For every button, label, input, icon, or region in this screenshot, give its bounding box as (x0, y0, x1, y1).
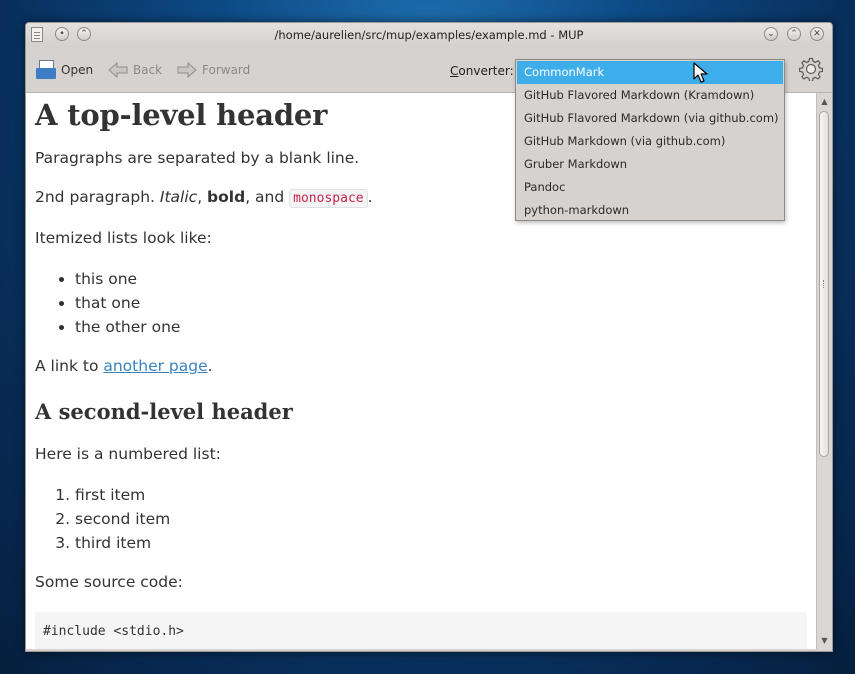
back-button[interactable]: Back (108, 59, 162, 81)
title-bar[interactable]: • ⌃ /home/aurelien/src/mup/examples/exam… (26, 23, 832, 47)
open-folder-icon (36, 60, 56, 80)
window-title: /home/aurelien/src/mup/examples/example.… (274, 28, 584, 42)
converter-label: Converter: (450, 64, 514, 78)
italic-text: Italic (159, 188, 198, 206)
converter-option-commonmark[interactable]: CommonMark (517, 61, 783, 84)
converter-option-gfm-kramdown[interactable]: GitHub Flavored Markdown (Kramdown) (517, 84, 783, 107)
paragraph-1: Paragraphs are separated by a blank line… (35, 149, 360, 167)
paragraph-2: 2nd paragraph. Italic, bold, and monospa… (35, 188, 373, 208)
paragraph-5: Here is a numbered list: (35, 445, 221, 463)
inline-code: monospace (289, 189, 368, 208)
converter-option-github-markdown[interactable]: GitHub Markdown (via github.com) (517, 130, 783, 153)
settings-gear-icon[interactable] (798, 57, 823, 82)
paragraph-3: Itemized lists look like: (35, 229, 212, 247)
vertical-scrollbar[interactable]: ▲ ▼ (816, 93, 832, 649)
scroll-down-arrow-icon[interactable]: ▼ (819, 635, 830, 646)
forward-label: Forward (202, 63, 251, 77)
code-block: #include <stdio.h> (35, 612, 807, 649)
converter-option-gfm-github[interactable]: GitHub Flavored Markdown (via github.com… (517, 107, 783, 130)
forward-button[interactable]: Forward (177, 59, 250, 81)
maximize-button[interactable]: ⌃ (787, 27, 801, 41)
back-label: Back (133, 63, 163, 77)
section-header: A second-level header (35, 399, 293, 424)
another-page-link[interactable]: another page (103, 357, 207, 375)
close-button[interactable]: ✕ (810, 27, 824, 41)
converter-option-gruber[interactable]: Gruber Markdown (517, 153, 783, 176)
bold-text: bold (207, 188, 246, 206)
converter-option-pandoc[interactable]: Pandoc (517, 176, 783, 199)
minimize-button[interactable]: ⌄ (764, 27, 778, 41)
list-item: third item (75, 531, 170, 555)
page-title: A top-level header (35, 98, 328, 132)
converter-option-python-markdown[interactable]: python-markdown (517, 199, 783, 222)
list-item: this one (75, 267, 180, 291)
list-item: first item (75, 483, 170, 507)
paragraph-6: Some source code: (35, 573, 183, 591)
paragraph-4: A link to another page. (35, 357, 213, 375)
code-line: #include <stdio.h> (43, 624, 184, 639)
open-label: Open (61, 63, 94, 77)
list-item: that one (75, 291, 180, 315)
open-button[interactable]: Open (36, 59, 93, 81)
converter-dropdown[interactable]: CommonMark GitHub Flavored Markdown (Kra… (515, 59, 785, 221)
scroll-up-arrow-icon[interactable]: ▲ (819, 96, 830, 107)
back-arrow-icon (108, 62, 128, 78)
bullet-list: this one that one the other one (35, 267, 180, 339)
mouse-pointer-icon (693, 62, 708, 83)
list-item: the other one (75, 315, 180, 339)
list-item: second item (75, 507, 170, 531)
numbered-list: first item second item third item (35, 483, 170, 555)
forward-arrow-icon (177, 62, 197, 78)
scrollbar-thumb[interactable] (819, 111, 829, 457)
